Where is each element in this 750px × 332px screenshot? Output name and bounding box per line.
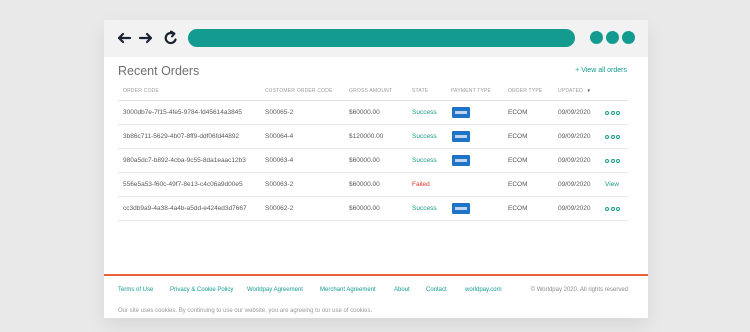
column-header-gross-amount[interactable]: GROSS AMOUNT <box>349 88 392 94</box>
more-options-icon[interactable] <box>605 135 620 139</box>
page-title: Recent Orders <box>118 64 200 78</box>
status-badge: Success <box>412 157 437 164</box>
column-header-customer-order-code[interactable]: CUSTOMER ORDER CODE <box>265 88 333 94</box>
footer-link[interactable]: Privacy & Cookie Policy <box>170 287 233 293</box>
order-code-cell: 556e5a53-f60c-49f7-8e13-c4c06a9d00e5 <box>123 181 243 188</box>
more-options-icon[interactable] <box>605 111 620 115</box>
customer-order-code-cell: S00062-2 <box>265 205 294 212</box>
gross-amount-cell: $60000.00 <box>349 205 380 212</box>
column-header-order-type[interactable]: ORDER TYPE <box>508 88 542 94</box>
order-type-cell: ECOM <box>508 157 528 164</box>
more-options-icon[interactable] <box>605 207 620 211</box>
window-control-dot[interactable] <box>622 31 635 44</box>
column-header-state[interactable]: STATE <box>412 88 428 94</box>
customer-order-code-cell: S00063-4 <box>265 157 294 164</box>
payment-card-icon <box>452 203 470 214</box>
status-badge: Success <box>412 205 437 212</box>
footer-link[interactable]: Terms of Use <box>118 287 153 293</box>
column-header-updated[interactable]: UPDATED ▾ <box>558 88 590 94</box>
forward-arrow-icon[interactable] <box>138 30 154 46</box>
gross-amount-cell: $120000.00 <box>349 133 384 140</box>
cookie-notice: Our site uses cookies. By continuing to … <box>118 308 373 314</box>
updated-date-cell: 09/09/2020 <box>558 109 591 116</box>
browser-window: Recent Orders + View all orders ORDER CO… <box>104 20 648 318</box>
order-type-cell: ECOM <box>508 181 528 188</box>
order-type-cell: ECOM <box>508 133 528 140</box>
status-badge: Success <box>412 109 437 116</box>
status-badge: Failed <box>412 181 430 188</box>
table-row[interactable]: 556e5a53-f60c-49f7-8e13-c4c06a9d00e5 S000… <box>118 173 628 197</box>
recent-orders-table: ORDER CODE CUSTOMER ORDER CODE GROSS AMO… <box>118 86 628 221</box>
order-type-cell: ECOM <box>508 109 528 116</box>
table-header: ORDER CODE CUSTOMER ORDER CODE GROSS AMO… <box>118 86 628 101</box>
sort-descending-icon: ▾ <box>587 88 591 94</box>
order-code-cell: cc3db9a9-4a38-4a4b-a5dd-e424ed3d7667 <box>123 205 247 212</box>
address-bar[interactable] <box>188 29 575 47</box>
window-control-dot[interactable] <box>590 31 603 44</box>
refresh-icon[interactable] <box>163 30 179 46</box>
gross-amount-cell: $60000.00 <box>349 157 380 164</box>
footer-link[interactable]: Contact <box>426 287 447 293</box>
back-arrow-icon[interactable] <box>116 30 132 46</box>
view-all-orders-link[interactable]: + View all orders <box>575 67 627 74</box>
window-control-dot[interactable] <box>606 31 619 44</box>
copyright-text: © Worldpay 2020. All rights reserved <box>530 287 628 293</box>
payment-card-icon <box>452 107 470 118</box>
table-row[interactable]: cc3db9a9-4a38-4a4b-a5dd-e424ed3d7667 S000… <box>118 197 628 221</box>
column-header-order-code[interactable]: ORDER CODE <box>123 88 159 94</box>
updated-date-cell: 09/09/2020 <box>558 181 591 188</box>
updated-date-cell: 09/09/2020 <box>558 157 591 164</box>
customer-order-code-cell: S00063-2 <box>265 181 294 188</box>
updated-date-cell: 09/09/2020 <box>558 205 591 212</box>
footer-link[interactable]: worldpay.com <box>465 287 502 293</box>
footer-link[interactable]: About <box>394 287 410 293</box>
payment-card-icon <box>452 155 470 166</box>
order-code-cell: 3b86c711-5629-4b07-8ff9-ddf06fd44892 <box>123 133 240 140</box>
order-code-cell: 980a5dc7-b892-4cba-9c55-8da1eaac12b3 <box>123 157 246 164</box>
view-order-link[interactable]: View <box>605 181 619 188</box>
payment-card-icon <box>452 131 470 142</box>
browser-toolbar <box>104 20 648 57</box>
order-code-cell: 3000db7e-7f15-4fe5-9784-fd45614a3845 <box>123 109 242 116</box>
customer-order-code-cell: S00065-2 <box>265 109 294 116</box>
table-row[interactable]: 3000db7e-7f15-4fe5-9784-fd45614a3845 S000… <box>118 101 628 125</box>
customer-order-code-cell: S00064-4 <box>265 133 294 140</box>
gross-amount-cell: $60000.00 <box>349 181 380 188</box>
column-header-payment-type[interactable]: PAYMENT TYPE <box>451 88 491 94</box>
gross-amount-cell: $60000.00 <box>349 109 380 116</box>
updated-date-cell: 09/09/2020 <box>558 133 591 140</box>
table-row[interactable]: 980a5dc7-b892-4cba-9c55-8da1eaac12b3 S000… <box>118 149 628 173</box>
footer-link[interactable]: Merchant Agreement <box>320 287 376 293</box>
order-type-cell: ECOM <box>508 205 528 212</box>
footer-link[interactable]: Worldpay Agreement <box>247 287 303 293</box>
footer-divider <box>104 274 648 276</box>
more-options-icon[interactable] <box>605 159 620 163</box>
table-row[interactable]: 3b86c711-5629-4b07-8ff9-ddf06fd44892 S000… <box>118 125 628 149</box>
column-header-updated-label: UPDATED <box>558 88 583 94</box>
status-badge: Success <box>412 133 437 140</box>
